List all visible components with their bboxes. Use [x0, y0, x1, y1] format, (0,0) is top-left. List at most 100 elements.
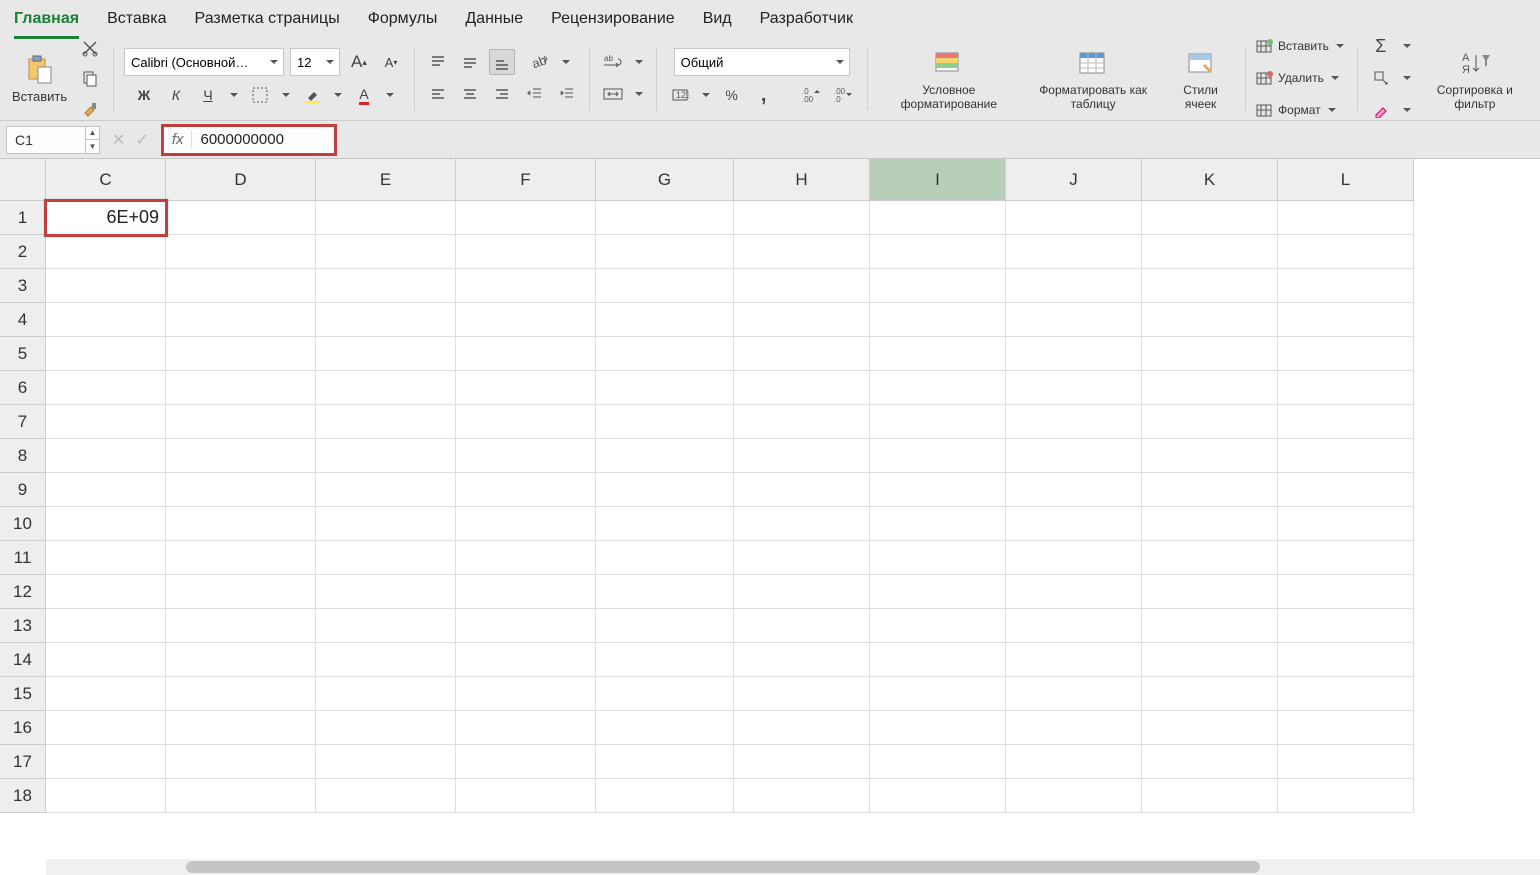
- cell-H11[interactable]: [734, 541, 870, 575]
- cell-K13[interactable]: [1142, 609, 1278, 643]
- cell-G2[interactable]: [596, 235, 734, 269]
- cell-G9[interactable]: [596, 473, 734, 507]
- cell-H2[interactable]: [734, 235, 870, 269]
- cell-G12[interactable]: [596, 575, 734, 609]
- grow-font-icon[interactable]: A▴: [346, 49, 372, 75]
- cell-H7[interactable]: [734, 405, 870, 439]
- cell-J11[interactable]: [1006, 541, 1142, 575]
- h-scrollbar[interactable]: [46, 859, 1540, 875]
- cell-L11[interactable]: [1278, 541, 1414, 575]
- cell-F1[interactable]: [456, 201, 596, 235]
- cell-I5[interactable]: [870, 337, 1006, 371]
- indent-dec-icon[interactable]: [521, 81, 547, 107]
- cell-K2[interactable]: [1142, 235, 1278, 269]
- tab-7[interactable]: Разработчик: [760, 6, 853, 39]
- cell-L5[interactable]: [1278, 337, 1414, 371]
- cell-K10[interactable]: [1142, 507, 1278, 541]
- cell-J17[interactable]: [1006, 745, 1142, 779]
- cell-I14[interactable]: [870, 643, 1006, 677]
- cell-F14[interactable]: [456, 643, 596, 677]
- cell-E13[interactable]: [316, 609, 456, 643]
- font-size-select[interactable]: 12: [290, 48, 340, 76]
- percent-icon[interactable]: %: [719, 82, 745, 108]
- paste-button[interactable]: Вставить: [8, 51, 71, 106]
- cell-J4[interactable]: [1006, 303, 1142, 337]
- cell-I15[interactable]: [870, 677, 1006, 711]
- cut-icon[interactable]: [77, 35, 103, 61]
- cell-H9[interactable]: [734, 473, 870, 507]
- cell-I17[interactable]: [870, 745, 1006, 779]
- cell-D17[interactable]: [166, 745, 316, 779]
- clear-icon[interactable]: [1368, 97, 1394, 123]
- clear-dd[interactable]: [1400, 97, 1414, 123]
- fill-icon[interactable]: [1368, 65, 1394, 91]
- row-header-8[interactable]: 8: [0, 439, 46, 473]
- indent-inc-icon[interactable]: [553, 81, 579, 107]
- tab-1[interactable]: Вставка: [107, 6, 166, 39]
- cell-I2[interactable]: [870, 235, 1006, 269]
- cell-F8[interactable]: [456, 439, 596, 473]
- cell-K4[interactable]: [1142, 303, 1278, 337]
- cell-C2[interactable]: [46, 235, 166, 269]
- cell-G14[interactable]: [596, 643, 734, 677]
- cell-J18[interactable]: [1006, 779, 1142, 813]
- cell-E2[interactable]: [316, 235, 456, 269]
- cell-D9[interactable]: [166, 473, 316, 507]
- cell-G4[interactable]: [596, 303, 734, 337]
- cell-L4[interactable]: [1278, 303, 1414, 337]
- cell-E8[interactable]: [316, 439, 456, 473]
- cell-L12[interactable]: [1278, 575, 1414, 609]
- underline-button[interactable]: Ч: [195, 82, 221, 108]
- fill-color-icon[interactable]: [299, 82, 325, 108]
- cell-L2[interactable]: [1278, 235, 1414, 269]
- cell-C8[interactable]: [46, 439, 166, 473]
- wrap-text-icon[interactable]: ab: [600, 49, 626, 75]
- cell-G15[interactable]: [596, 677, 734, 711]
- inc-decimal-icon[interactable]: .0.00: [799, 82, 825, 108]
- cell-F9[interactable]: [456, 473, 596, 507]
- dec-decimal-icon[interactable]: .00.0: [831, 82, 857, 108]
- cell-H16[interactable]: [734, 711, 870, 745]
- cell-D13[interactable]: [166, 609, 316, 643]
- col-header-G[interactable]: G: [596, 159, 734, 201]
- col-header-C[interactable]: C: [46, 159, 166, 201]
- cell-G13[interactable]: [596, 609, 734, 643]
- cell-D12[interactable]: [166, 575, 316, 609]
- row-header-16[interactable]: 16: [0, 711, 46, 745]
- cell-C17[interactable]: [46, 745, 166, 779]
- cell-L7[interactable]: [1278, 405, 1414, 439]
- cell-C14[interactable]: [46, 643, 166, 677]
- cell-styles-button[interactable]: Стили ячеек: [1166, 45, 1235, 114]
- cell-H15[interactable]: [734, 677, 870, 711]
- sort-filter-button[interactable]: AЯ Сортировка и фильтр: [1418, 45, 1532, 114]
- cell-C9[interactable]: [46, 473, 166, 507]
- format-dd[interactable]: [1325, 97, 1339, 123]
- cell-H13[interactable]: [734, 609, 870, 643]
- cell-H5[interactable]: [734, 337, 870, 371]
- cell-K3[interactable]: [1142, 269, 1278, 303]
- cell-E4[interactable]: [316, 303, 456, 337]
- cell-D5[interactable]: [166, 337, 316, 371]
- enter-formula-icon[interactable]: ✓: [135, 130, 148, 150]
- cell-G16[interactable]: [596, 711, 734, 745]
- cell-D1[interactable]: [166, 201, 316, 235]
- cell-L9[interactable]: [1278, 473, 1414, 507]
- bold-button[interactable]: Ж: [131, 82, 157, 108]
- cell-E9[interactable]: [316, 473, 456, 507]
- delete-cells-button[interactable]: Удалить: [1278, 71, 1324, 85]
- cell-C18[interactable]: [46, 779, 166, 813]
- underline-dd[interactable]: [227, 82, 241, 108]
- cell-J8[interactable]: [1006, 439, 1142, 473]
- cell-J5[interactable]: [1006, 337, 1142, 371]
- cell-H8[interactable]: [734, 439, 870, 473]
- borders-dd[interactable]: [279, 82, 293, 108]
- cell-G3[interactable]: [596, 269, 734, 303]
- cell-F7[interactable]: [456, 405, 596, 439]
- cell-G11[interactable]: [596, 541, 734, 575]
- cell-I9[interactable]: [870, 473, 1006, 507]
- cell-J12[interactable]: [1006, 575, 1142, 609]
- cell-I10[interactable]: [870, 507, 1006, 541]
- cell-H4[interactable]: [734, 303, 870, 337]
- cell-D8[interactable]: [166, 439, 316, 473]
- h-scroll-thumb[interactable]: [186, 861, 1260, 873]
